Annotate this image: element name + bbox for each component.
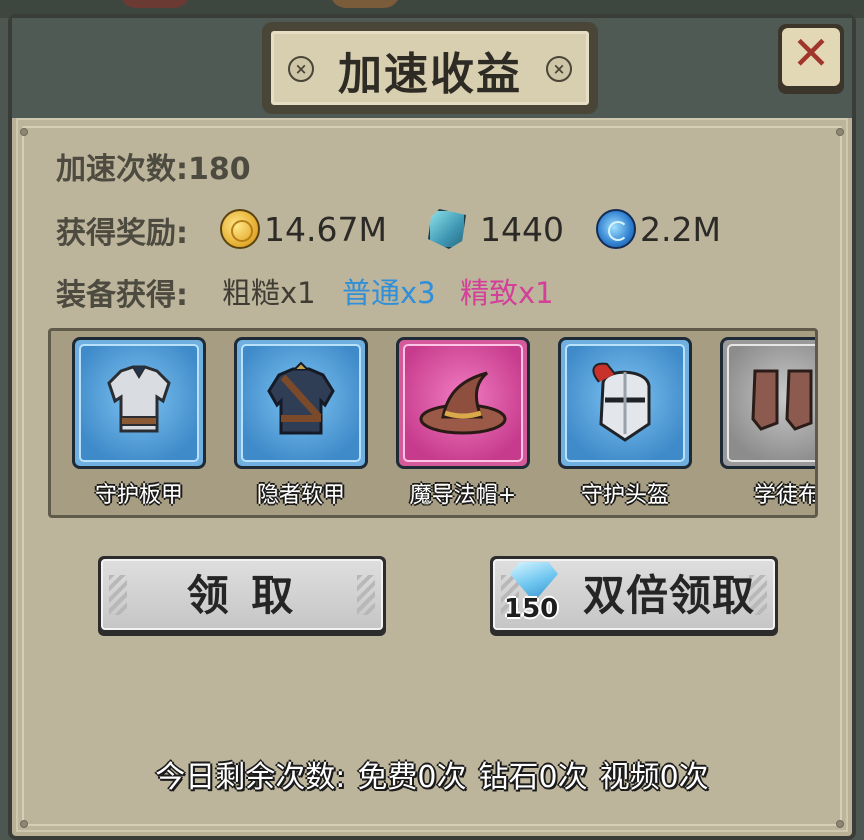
tier-rough: 粗糙x1 <box>222 276 316 310</box>
knight-helmet-icon <box>592 362 651 442</box>
accel-count-row: 加速次数:180 <box>56 144 251 188</box>
reward-gold-value: 14.67M <box>264 209 387 249</box>
remaining-diamond: 钻石0次 <box>478 760 588 795</box>
dialog-title: 加速收益 <box>338 49 522 100</box>
reward-stone: 1440 <box>428 204 564 254</box>
leather-armor-icon <box>267 361 335 435</box>
remaining-label: 今日剩余次数: <box>155 760 346 795</box>
rewards-label: 获得奖励: <box>56 216 188 251</box>
equipment-label: 装备获得: <box>56 278 188 313</box>
item-name: 学徒布 <box>753 483 818 508</box>
spirit-stone-icon <box>428 209 466 249</box>
rivet <box>20 128 28 136</box>
blue-orb-icon <box>596 209 636 249</box>
double-claim-cost: 150 <box>504 594 559 624</box>
gold-coin-icon <box>220 209 260 249</box>
plate-armor-icon <box>107 365 171 433</box>
accel-count-value: 180 <box>188 152 251 187</box>
remaining-counts: 今日剩余次数: 免费0次 钻石0次 视频0次 <box>0 752 864 796</box>
item-card[interactable] <box>558 337 692 469</box>
equipment-list[interactable]: 守护板甲 隐者软甲 魔导法帽+ 守护头盔 学徒布 <box>48 328 818 518</box>
tier-fine: 精致x1 <box>460 276 554 310</box>
cloth-boots-icon <box>751 369 813 431</box>
rivet <box>836 128 844 136</box>
reward-gold: 14.67M <box>220 204 387 254</box>
equipment-item[interactable]: 守护板甲 <box>69 337 209 509</box>
rivet <box>20 820 28 828</box>
item-name: 魔导法帽+ <box>409 483 517 508</box>
accel-count-label: 加速次数: <box>56 152 188 187</box>
equipment-item[interactable]: 魔导法帽+ <box>393 337 533 509</box>
claim-button-label[interactable]: 领 取 <box>98 562 386 623</box>
double-claim-label[interactable]: 双倍领取 <box>560 562 778 623</box>
close-icon[interactable]: ✕ <box>778 26 844 80</box>
item-card[interactable] <box>720 337 815 469</box>
background-decoration <box>120 0 190 8</box>
claim-button[interactable]: 领 取 <box>98 556 386 636</box>
item-name: 守护头盔 <box>580 483 669 508</box>
item-card[interactable] <box>234 337 368 469</box>
background-decoration <box>330 0 400 8</box>
rivet <box>836 820 844 828</box>
remaining-video: 视频0次 <box>599 760 709 795</box>
close-button[interactable]: ✕ <box>778 24 844 94</box>
reward-stone-value: 1440 <box>480 209 564 249</box>
equipment-item[interactable]: 守护头盔 <box>555 337 695 509</box>
item-name: 隐者软甲 <box>256 483 345 508</box>
tier-common: 普通x3 <box>342 276 436 310</box>
reward-orb: 2.2M <box>596 204 721 254</box>
item-card[interactable] <box>72 337 206 469</box>
equipment-item[interactable]: 隐者软甲 <box>231 337 371 509</box>
double-claim-button[interactable]: 150 双倍领取 <box>490 556 778 636</box>
item-card[interactable] <box>396 337 530 469</box>
remaining-free: 免费0次 <box>357 760 467 795</box>
item-name: 守护板甲 <box>94 483 183 508</box>
equipment-item[interactable]: 学徒布 <box>717 337 818 509</box>
wizard-hat-icon <box>419 371 507 435</box>
reward-orb-value: 2.2M <box>640 209 721 249</box>
title-plate: × × 加速收益 <box>262 22 598 114</box>
